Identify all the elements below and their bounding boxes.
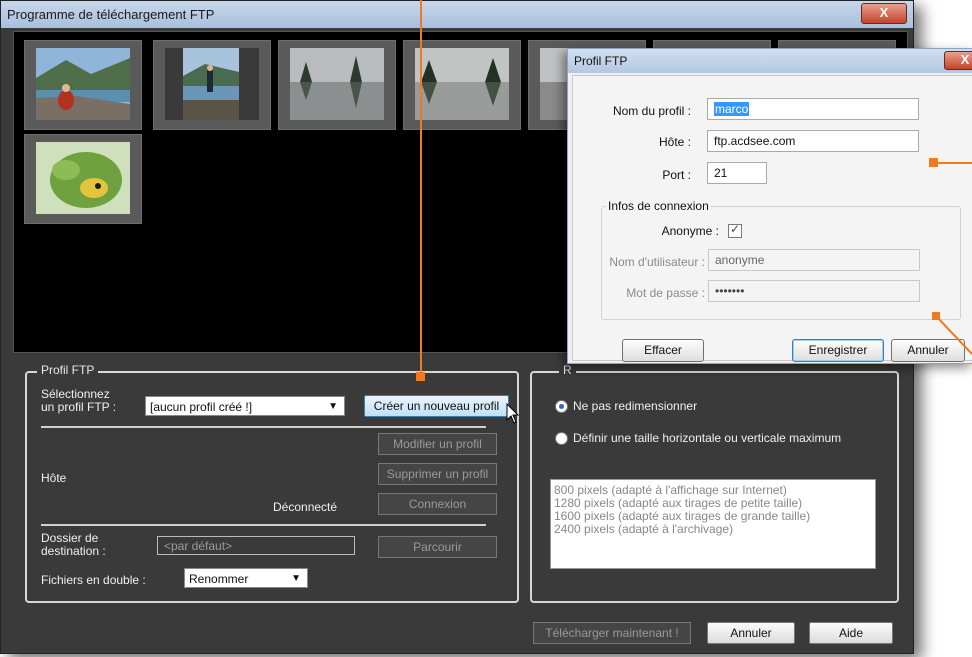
ftp-profile-legend: Profil FTP bbox=[37, 363, 99, 377]
port-label: Port : bbox=[662, 168, 691, 182]
connection-info-legend: Infos de connexion bbox=[606, 199, 711, 213]
callout-marker-dialog-fields bbox=[929, 158, 938, 167]
window-title: Programme de téléchargement FTP bbox=[7, 7, 215, 22]
select-profile-label-line1: Sélectionnez bbox=[41, 387, 110, 401]
thumbnail-image bbox=[290, 48, 384, 120]
resize-legend: R bbox=[559, 363, 576, 377]
size-list[interactable]: 800 pixels (adapté à l'affichage sur Int… bbox=[550, 479, 876, 569]
dialog-title: Profil FTP bbox=[574, 54, 628, 68]
callout-marker-create-profile bbox=[416, 372, 425, 381]
port-input[interactable]: 21 bbox=[707, 162, 767, 184]
thumbnail-image bbox=[415, 48, 509, 120]
profile-select[interactable]: [aucun profil créé !] ▼ bbox=[145, 396, 345, 416]
callout-line-dialog-fields bbox=[934, 162, 972, 164]
thumbnail-image bbox=[36, 48, 130, 120]
create-profile-button[interactable]: Créer un nouveau profil bbox=[364, 395, 509, 417]
no-resize-label: Ne pas redimensionner bbox=[573, 399, 698, 413]
profile-name-label: Nom du profil : bbox=[612, 104, 691, 118]
callout-line-connection-info bbox=[932, 312, 972, 355]
thumbnail-image bbox=[165, 48, 259, 120]
modify-profile-button[interactable]: Modifier un profil bbox=[378, 433, 497, 455]
password-input[interactable]: ••••••• bbox=[708, 280, 920, 302]
upload-now-button[interactable]: Télécharger maintenant ! bbox=[533, 622, 691, 644]
thumbnail[interactable] bbox=[153, 40, 271, 130]
host-label: Hôte bbox=[41, 471, 67, 485]
destination-label: Dossier de destination : bbox=[41, 532, 106, 558]
profile-select-value: [aucun profil créé !] bbox=[150, 400, 253, 414]
destination-input[interactable]: <par défaut> bbox=[157, 536, 355, 555]
size-list-item[interactable]: 2400 pixels (adapté à l'archivage) bbox=[554, 523, 872, 536]
max-size-label: Définir une taille horizontale ou vertic… bbox=[573, 431, 842, 445]
separator bbox=[41, 524, 486, 526]
cancel-button[interactable]: Annuler bbox=[707, 622, 795, 644]
checkmark-icon: ✓ bbox=[730, 222, 741, 236]
password-label: Mot de passe : bbox=[626, 286, 705, 300]
chevron-down-icon: ▼ bbox=[328, 401, 338, 412]
host-label: Hôte : bbox=[658, 135, 691, 149]
thumbnail[interactable] bbox=[278, 40, 396, 130]
separator bbox=[41, 426, 486, 428]
delete-profile-button[interactable]: Supprimer un profil bbox=[378, 463, 497, 485]
dialog-title-bar: Profil FTP X bbox=[568, 49, 972, 73]
browse-button[interactable]: Parcourir bbox=[378, 536, 497, 558]
username-input[interactable]: anonyme bbox=[708, 249, 920, 271]
connect-button[interactable]: Connexion bbox=[378, 493, 497, 515]
ftp-profile-dialog: Profil FTP X Nom du profil : marco Hôte … bbox=[567, 48, 972, 364]
username-label: Nom d'utilisateur : bbox=[609, 255, 705, 269]
callout-line-create-profile bbox=[420, 0, 422, 376]
duplicates-select[interactable]: Renommer ▼ bbox=[184, 568, 308, 588]
connection-status: Déconnecté bbox=[273, 500, 338, 514]
help-button[interactable]: Aide bbox=[809, 622, 893, 644]
dialog-body: Nom du profil : marco Hôte : ftp.acdsee.… bbox=[572, 75, 972, 362]
save-button[interactable]: Enregistrer bbox=[792, 339, 884, 362]
host-input[interactable]: ftp.acdsee.com bbox=[707, 130, 919, 152]
title-bar: Programme de téléchargement FTP X bbox=[1, 1, 913, 28]
duplicates-select-value: Renommer bbox=[189, 572, 249, 586]
thumbnail[interactable] bbox=[24, 40, 142, 130]
clear-button[interactable]: Effacer bbox=[622, 339, 704, 362]
duplicates-label: Fichiers en double : bbox=[41, 573, 146, 587]
profile-name-value: marco bbox=[714, 102, 750, 116]
thumbnail-image bbox=[36, 142, 130, 214]
window-close-button[interactable]: X bbox=[861, 3, 907, 24]
radio-no-resize[interactable] bbox=[555, 400, 568, 413]
dialog-close-button[interactable]: X bbox=[944, 51, 972, 70]
radio-max-size[interactable] bbox=[555, 432, 568, 445]
destination-label-line2: destination : bbox=[41, 544, 106, 558]
profile-name-input[interactable]: marco bbox=[707, 98, 919, 120]
thumbnail[interactable] bbox=[24, 134, 142, 224]
select-profile-label: Sélectionnez un profil FTP : bbox=[41, 388, 116, 414]
chevron-down-icon: ▼ bbox=[291, 573, 301, 584]
destination-label-line1: Dossier de bbox=[41, 531, 99, 545]
anonymous-label: Anonyme : bbox=[661, 224, 719, 238]
mouse-pointer-icon bbox=[506, 403, 520, 424]
select-profile-label-line2: un profil FTP : bbox=[41, 400, 117, 414]
anonymous-checkbox[interactable]: ✓ bbox=[728, 222, 742, 238]
